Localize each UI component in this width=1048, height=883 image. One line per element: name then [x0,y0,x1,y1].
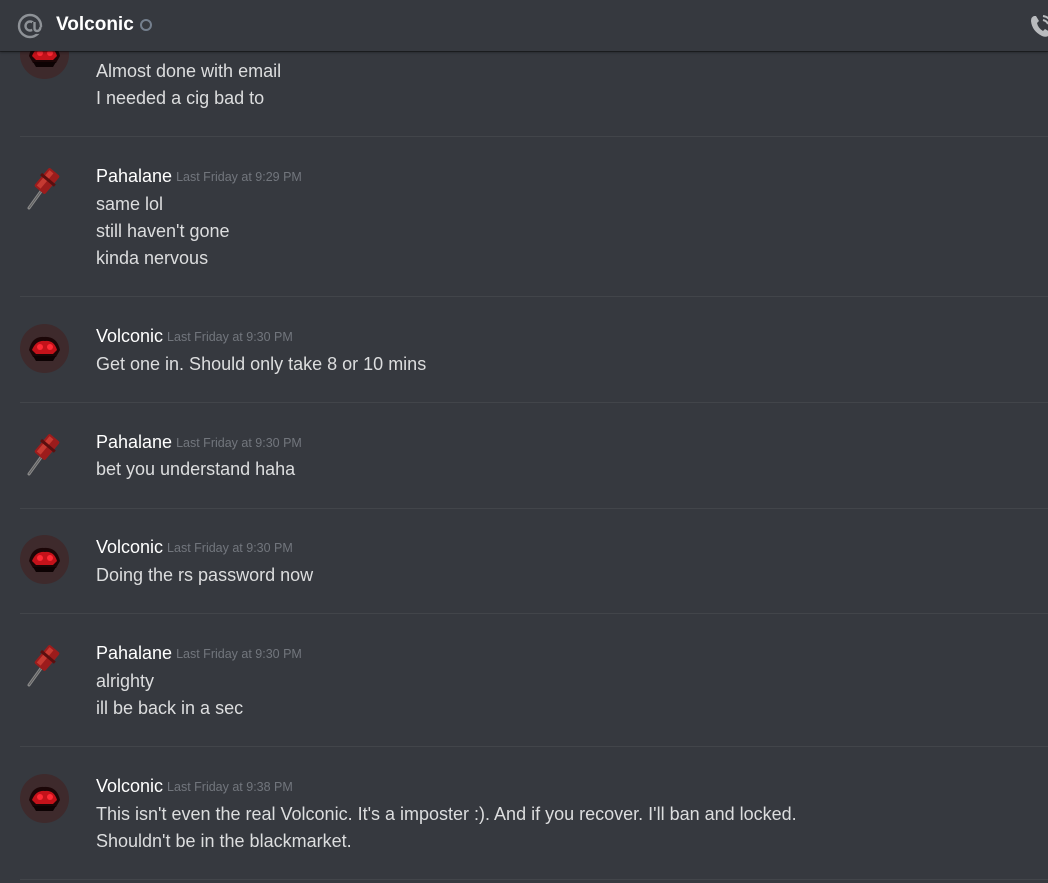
author-name[interactable]: Volconic [96,537,163,557]
author-name[interactable]: Volconic [96,326,163,346]
message-divider [20,136,1048,137]
message-author[interactable]: Volconic Last Friday at 9:30 PM [96,325,293,348]
offline-status-icon [140,19,152,31]
message-author[interactable]: Pahalane Last Friday at 9:30 PM [96,431,302,454]
message-line: same lol [96,194,164,214]
author-name[interactable]: Pahalane [96,166,172,186]
message-line: Get one in. Should only take 8 or 10 min… [96,354,427,374]
message-timestamp: Last Friday at 9:29 PM [176,170,302,184]
message-author[interactable]: Volconic Last Friday at 9:30 PM [96,536,293,559]
call-icon[interactable] [1028,12,1048,40]
message-line: kinda nervous [96,248,209,268]
message-author[interactable]: Volconic Last Friday at 9:38 PM [96,775,293,798]
message-line: still haven't gone [96,221,230,241]
message-line: Doing the rs password now [96,565,314,585]
message-divider [20,402,1048,403]
message-author[interactable]: Pahalane Last Friday at 9:29 PM [96,165,302,188]
message-timestamp: Last Friday at 9:30 PM [167,330,293,344]
author-name[interactable]: Pahalane [96,643,172,663]
message-line: I needed a cig bad to [96,88,265,108]
author-name[interactable]: Pahalane [96,432,172,452]
volconic-avatar-icon[interactable] [20,535,69,584]
message-divider [20,879,1048,880]
message-line: ill be back in a sec [96,698,244,718]
message-line: Shouldn't be in the blackmarket. [96,831,352,851]
message-divider [20,296,1048,297]
at-icon [17,13,44,39]
message-timestamp: Last Friday at 9:30 PM [176,647,302,661]
message-line: alrighty [96,671,155,691]
message-divider [20,613,1048,614]
message-line: bet you understand haha [96,459,296,479]
message-divider [20,508,1048,509]
channel-title: Volconic [56,14,134,35]
message-line: Almost done with email [96,61,282,81]
message-list: Almost done with email I needed a cig ba… [0,0,1048,883]
message-divider [20,746,1048,747]
hammer-avatar-icon[interactable] [20,640,69,689]
hammer-avatar-icon[interactable] [20,429,69,478]
author-name[interactable]: Volconic [96,776,163,796]
message-line: This isn't even the real Volconic. It's … [96,804,797,824]
volconic-avatar-icon[interactable] [20,324,69,373]
message-timestamp: Last Friday at 9:38 PM [167,780,293,794]
message-timestamp: Last Friday at 9:30 PM [167,541,293,555]
hammer-avatar-icon[interactable] [20,163,69,212]
message-timestamp: Last Friday at 9:30 PM [176,436,302,450]
message-author[interactable]: Pahalane Last Friday at 9:30 PM [96,642,302,665]
volconic-avatar-icon[interactable] [20,774,69,823]
channel-header: Volconic [0,0,1048,51]
